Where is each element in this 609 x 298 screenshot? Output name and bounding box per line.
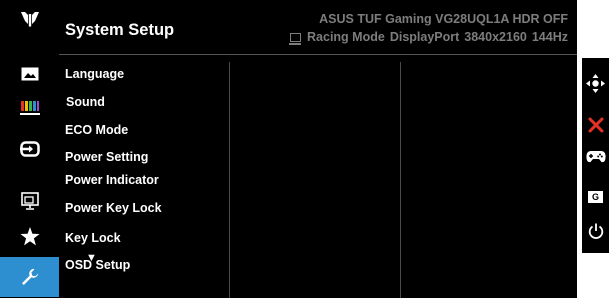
input-source-label: DisplayPort: [389, 30, 460, 44]
column-divider: [400, 62, 401, 298]
menu-item-power-key-lock[interactable]: Power Key Lock: [65, 201, 162, 215]
status-line: Racing Mode DisplayPort 3840x2160 144Hz: [289, 30, 568, 45]
menu-list: Language Sound ECO Mode Power Setting Po…: [59, 55, 229, 298]
color-icon[interactable]: [0, 92, 59, 124]
header: System Setup ASUS TUF Gaming VG28UQL1A H…: [59, 0, 577, 54]
image-icon[interactable]: [0, 58, 59, 90]
osd-window: System Setup ASUS TUF Gaming VG28UQL1A H…: [0, 0, 577, 298]
button-guide-panel: G: [582, 58, 609, 253]
column-divider: [229, 62, 230, 298]
favorite-star-icon[interactable]: [0, 220, 59, 252]
pip-pbp-icon[interactable]: [0, 185, 59, 217]
menu-item-sound[interactable]: Sound: [66, 95, 105, 109]
menu-item-language[interactable]: Language: [65, 67, 124, 81]
power-icon[interactable]: [582, 218, 609, 244]
menu-item-osd-setup[interactable]: OSD Setup: [65, 258, 130, 272]
menu-item-power-indicator[interactable]: Power Indicator: [65, 173, 159, 187]
gamepad-icon[interactable]: [582, 144, 609, 170]
menu-item-key-lock[interactable]: Key Lock: [65, 231, 121, 245]
refresh-rate-label: 144Hz: [531, 30, 568, 44]
model-info: ASUS TUF Gaming VG28UQL1A HDR OFF: [319, 12, 568, 26]
monitor-icon: [289, 32, 302, 45]
g-key-icon[interactable]: G: [582, 184, 609, 210]
close-icon[interactable]: [582, 112, 609, 138]
resolution-label: 3840x2160: [464, 30, 527, 44]
page-title: System Setup: [65, 21, 175, 39]
game-mode-label: Racing Mode: [307, 30, 385, 44]
menu-item-eco-mode[interactable]: ECO Mode: [65, 123, 128, 137]
menu-item-power-setting[interactable]: Power Setting: [65, 150, 148, 164]
five-way-navigation-icon[interactable]: [582, 70, 609, 96]
sidebar: [0, 0, 59, 298]
system-setup-wrench-icon[interactable]: [0, 257, 59, 297]
input-select-icon[interactable]: [0, 133, 59, 165]
scroll-down-arrow-icon[interactable]: ▼: [86, 252, 97, 264]
tuf-logo-icon: [0, 2, 59, 36]
